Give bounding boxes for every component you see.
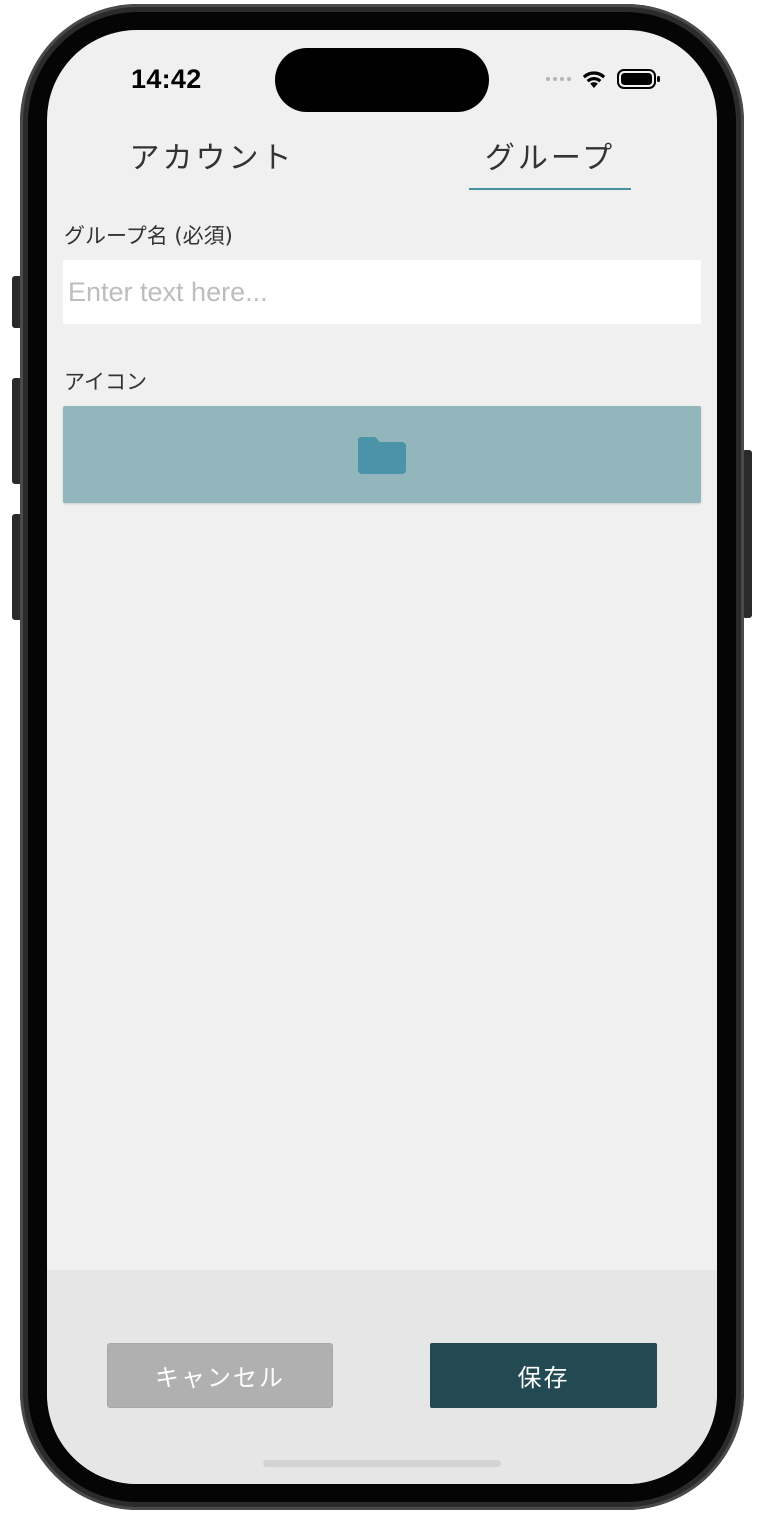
tab-bar: アカウント グループ [47, 130, 717, 200]
icon-picker-button[interactable] [63, 406, 701, 503]
home-indicator[interactable] [263, 1460, 501, 1467]
group-name-label: グループ名 (必須) [64, 224, 233, 248]
tab-selected-indicator [469, 188, 631, 190]
dynamic-island [275, 48, 489, 112]
folder-icon [358, 436, 406, 474]
save-button-label: 保存 [517, 1364, 570, 1392]
cancel-button[interactable]: キャンセル [107, 1343, 333, 1408]
tab-account[interactable]: アカウント [117, 130, 307, 188]
cellular-signal-icon [546, 77, 571, 81]
tab-group[interactable]: グループ [469, 130, 631, 190]
wifi-icon [582, 71, 606, 88]
cancel-button-label: キャンセル [155, 1364, 285, 1392]
status-time: 14:42 [131, 64, 202, 94]
group-name-input[interactable] [63, 260, 701, 324]
icon-label: アイコン [64, 370, 147, 394]
tab-group-label: グループ [484, 141, 616, 176]
save-button[interactable]: 保存 [430, 1343, 657, 1408]
battery-icon [617, 69, 660, 89]
tab-account-label: アカウント [129, 141, 295, 176]
status-icons [546, 68, 661, 90]
bottom-action-bar: キャンセル 保存 [47, 1270, 717, 1484]
phone-screen: 14:42 アカウント グループ グループ名 (必須) アイコン [47, 30, 717, 1484]
